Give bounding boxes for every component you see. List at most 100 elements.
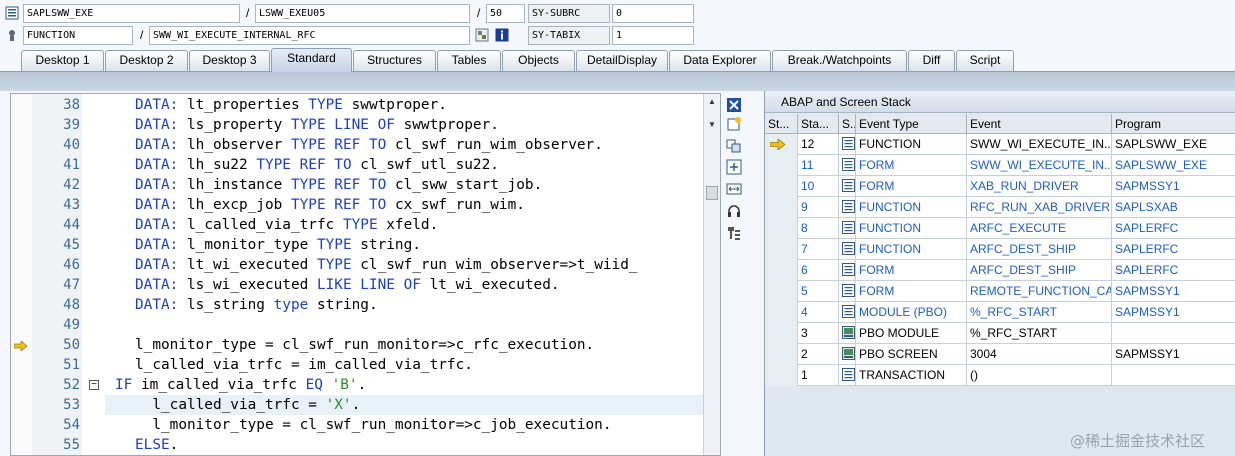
stack-row[interactable]: 12 FUNCTION SWW_WI_EXECUTE_IN... SAPLSWW_EX… xyxy=(765,134,1235,155)
tab-objects[interactable]: Objects xyxy=(502,50,575,71)
code-line[interactable]: DATA: lh_excp_job TYPE REF TO cx_swf_run… xyxy=(135,195,720,215)
code-line[interactable]: DATA: lt_properties TYPE swwtproper. xyxy=(135,95,720,115)
stack-row[interactable]: 4 MODULE (PBO) %_RFC_START SAPMSSY1 xyxy=(765,302,1235,323)
event-cell[interactable]: ARFC_DEST_SHIP xyxy=(967,260,1112,281)
variable-name-field[interactable]: SY-SUBRC xyxy=(528,4,610,23)
code-line[interactable]: DATA: lh_observer TYPE REF TO cl_swf_run… xyxy=(135,135,720,155)
program-cell[interactable]: SAPLERFC xyxy=(1112,239,1235,260)
scroll-up-icon[interactable]: ▲ xyxy=(705,95,719,109)
tab-desktop-2[interactable]: Desktop 2 xyxy=(105,50,188,71)
code-line[interactable]: DATA: l_called_via_trfc TYPE xfeld. xyxy=(135,215,720,235)
code-line[interactable] xyxy=(135,315,720,335)
stack-row[interactable]: 8 FUNCTION ARFC_EXECUTE SAPLERFC xyxy=(765,218,1235,239)
code-editor[interactable]: 38 39 40 41 42 43 44 45 46 47 48 49 50 51 52 53 54 55 DAT… xyxy=(10,93,721,456)
code-line[interactable]: ELSE. xyxy=(135,435,720,455)
column-header[interactable]: S... xyxy=(839,114,856,134)
tools-icon[interactable] xyxy=(726,225,742,241)
expand-width-icon[interactable] xyxy=(726,181,742,197)
event-cell[interactable]: ARFC_EXECUTE xyxy=(967,218,1112,239)
variable-name-field[interactable]: SY-TABIX xyxy=(528,26,610,45)
code-line[interactable]: DATA: lh_instance TYPE REF TO cl_sww_sta… xyxy=(135,175,720,195)
stack-level-cell[interactable]: 4 xyxy=(798,302,839,323)
tab-desktop-1[interactable]: Desktop 1 xyxy=(21,50,104,71)
code-line[interactable]: DATA: lt_wi_executed TYPE cl_swf_run_wim… xyxy=(135,255,720,275)
column-header[interactable]: Program xyxy=(1112,114,1235,134)
code-line[interactable]: DATA: ls_wi_executed LIKE LINE OF lt_wi_… xyxy=(135,275,720,295)
event-cell[interactable]: XAB_RUN_DRIVER xyxy=(967,176,1112,197)
program-cell[interactable]: SAPMSSY1 xyxy=(1112,281,1235,302)
stack-row[interactable]: 10 FORM XAB_RUN_DRIVER SAPMSSY1 xyxy=(765,176,1235,197)
editor-scrollbar[interactable]: ▲ ▼ xyxy=(703,94,720,455)
event-cell[interactable]: %_RFC_START xyxy=(967,302,1112,323)
tab-data-explorer[interactable]: Data Explorer xyxy=(669,50,771,71)
column-header[interactable]: Sta... xyxy=(798,114,839,134)
tab-tables[interactable]: Tables xyxy=(437,50,501,71)
stack-row[interactable]: 5 FORM REMOTE_FUNCTION_CA... SAPMSSY1 xyxy=(765,281,1235,302)
info-icon[interactable] xyxy=(495,28,509,42)
tab-desktop-3[interactable]: Desktop 3 xyxy=(189,50,270,71)
event-type-cell[interactable]: FORM xyxy=(856,281,967,302)
column-header[interactable]: St... xyxy=(765,114,798,134)
program-cell[interactable]: SAPMSSY1 xyxy=(1112,302,1235,323)
stack-level-cell[interactable]: 10 xyxy=(798,176,839,197)
program-cell[interactable]: SAPLERFC xyxy=(1112,218,1235,239)
tab-break-watchpoints[interactable]: Break./Watchpoints xyxy=(772,50,907,71)
event-type-cell[interactable]: FUNCTION xyxy=(856,239,967,260)
column-header[interactable]: Event xyxy=(967,114,1112,134)
code-area[interactable]: DATA: lt_properties TYPE swwtproper. DATA… xyxy=(82,94,703,455)
variable-value-field[interactable]: 1 xyxy=(612,26,694,45)
stack-level-cell[interactable]: 11 xyxy=(798,155,839,176)
event-type-cell[interactable]: FUNCTION xyxy=(856,218,967,239)
code-line[interactable]: l_monitor_type = cl_swf_run_monitor=>c_j… xyxy=(135,415,720,435)
program-cell[interactable]: SAPLSXAB xyxy=(1112,197,1235,218)
stack-row[interactable]: 2 PBO SCREEN 3004 SAPMSSY1 xyxy=(765,344,1235,365)
close-icon[interactable] xyxy=(726,97,742,113)
code-line[interactable]: l_called_via_trfc = im_called_via_trfc. xyxy=(135,355,720,375)
code-line[interactable]: DATA: l_monitor_type TYPE string. xyxy=(135,235,720,255)
event-cell[interactable]: REMOTE_FUNCTION_CA... xyxy=(967,281,1112,302)
event-type-cell[interactable]: MODULE (PBO) xyxy=(856,302,967,323)
swap-tool-icon[interactable] xyxy=(726,138,742,154)
stack-level-cell[interactable]: 9 xyxy=(798,197,839,218)
event-type-cell[interactable]: FORM xyxy=(856,155,967,176)
event-field[interactable]: SWW_WI_EXECUTE_INTERNAL_RFC xyxy=(149,26,470,45)
scroll-thumb[interactable] xyxy=(706,186,718,200)
code-line[interactable]: DATA: ls_string type string. xyxy=(135,295,720,315)
code-line[interactable]: l_monitor_type = cl_swf_run_monitor=>c_r… xyxy=(135,335,720,355)
event-type-cell[interactable]: FORM xyxy=(856,176,967,197)
stack-level-cell[interactable]: 5 xyxy=(798,281,839,302)
program-field[interactable]: SAPLSWW_EXE xyxy=(23,4,240,23)
event-type-cell[interactable]: FORM xyxy=(856,260,967,281)
stack-row[interactable]: 7 FUNCTION ARFC_DEST_SHIP SAPLERFC xyxy=(765,239,1235,260)
program-cell[interactable]: SAPLSWW_EXE xyxy=(1112,155,1235,176)
code-line[interactable]: DATA: lh_su22 TYPE REF TO cl_swf_utl_su2… xyxy=(135,155,720,175)
column-header[interactable]: Event Type xyxy=(856,114,967,134)
tab-detaildisplay[interactable]: DetailDisplay xyxy=(576,50,668,71)
line-field[interactable]: 50 xyxy=(486,4,525,23)
stack-level-cell[interactable]: 8 xyxy=(798,218,839,239)
breakpoint-gutter[interactable] xyxy=(11,94,32,455)
event-cell[interactable]: SWW_WI_EXECUTE_IN... xyxy=(967,155,1112,176)
stack-level-cell[interactable]: 7 xyxy=(798,239,839,260)
stack-row[interactable]: 11 FORM SWW_WI_EXECUTE_IN... SAPLSWW_EXE xyxy=(765,155,1235,176)
include-field[interactable]: LSWW_EXEU05 xyxy=(255,4,470,23)
event-type-cell[interactable]: FUNCTION xyxy=(856,197,967,218)
event-type-field[interactable]: FUNCTION xyxy=(23,26,133,45)
program-cell[interactable]: SAPLERFC xyxy=(1112,260,1235,281)
event-cell[interactable]: RFC_RUN_XAB_DRIVER xyxy=(967,197,1112,218)
scroll-down-icon[interactable]: ▼ xyxy=(705,118,719,132)
tab-diff[interactable]: Diff xyxy=(908,50,955,71)
maximize-icon[interactable] xyxy=(726,159,742,175)
program-cell[interactable]: SAPMSSY1 xyxy=(1112,176,1235,197)
new-tool-icon[interactable] xyxy=(726,116,742,132)
headset-icon[interactable] xyxy=(726,203,742,219)
tab-standard[interactable]: Standard xyxy=(271,48,352,72)
code-line[interactable]: IF im_called_via_trfc EQ 'B'. xyxy=(115,375,720,395)
stack-row[interactable]: 1 TRANSACTION() xyxy=(765,365,1235,386)
stack-row[interactable]: 3 PBO MODULE %_RFC_START xyxy=(765,323,1235,344)
event-cell[interactable]: ARFC_DEST_SHIP xyxy=(967,239,1112,260)
stack-row[interactable]: 6 FORM ARFC_DEST_SHIP SAPLERFC xyxy=(765,260,1235,281)
code-line[interactable]: DATA: ls_property TYPE LINE OF swwtprope… xyxy=(135,115,720,135)
stack-level-cell[interactable]: 6 xyxy=(798,260,839,281)
collapse-block-icon[interactable]: − xyxy=(89,380,99,390)
